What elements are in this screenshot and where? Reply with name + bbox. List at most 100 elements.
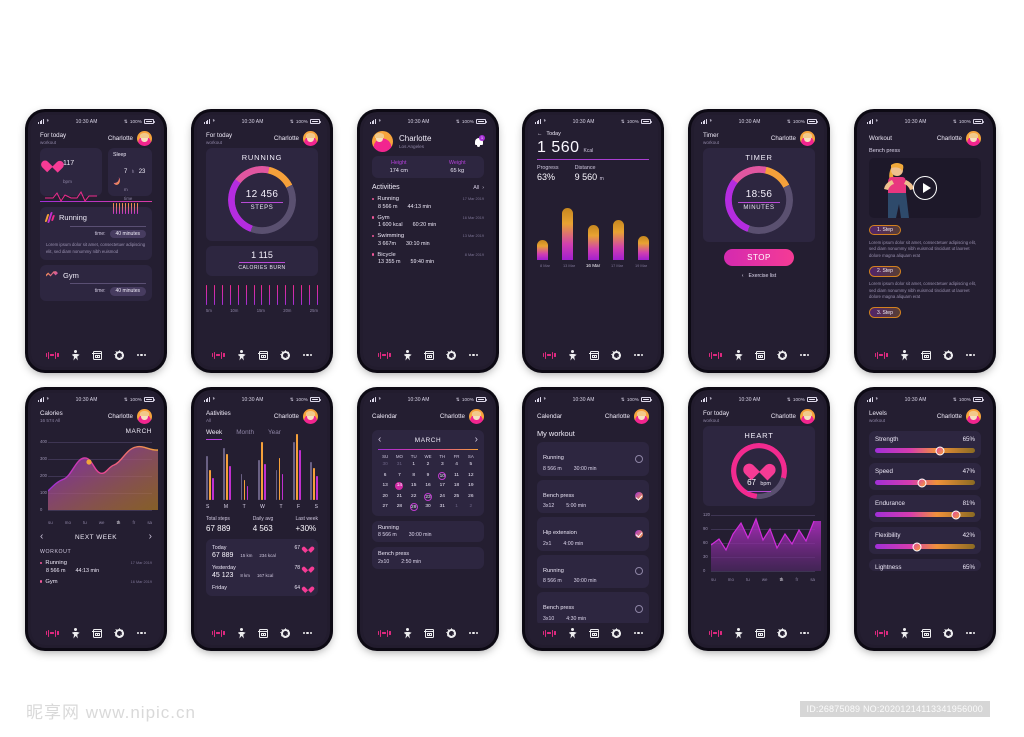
level-slider[interactable] <box>875 446 975 455</box>
avatar[interactable] <box>966 409 981 424</box>
step-badge[interactable]: 3. Step <box>869 307 901 319</box>
calendar-day[interactable]: 31 <box>435 503 449 511</box>
calendar-day[interactable]: 8 <box>407 472 421 480</box>
calendar-day[interactable]: 5 <box>464 461 478 469</box>
profile-icon[interactable] <box>901 627 909 639</box>
log-row[interactable]: Today 67 67 889 15 km 234 kcal <box>212 544 312 560</box>
profile-icon[interactable] <box>72 349 80 361</box>
settings-icon[interactable] <box>280 628 290 638</box>
activity-row[interactable]: Running 17 Mar 2019 8 566 m 44:13 min <box>372 196 484 210</box>
calendar-day[interactable]: 16 <box>421 482 435 490</box>
settings-icon[interactable] <box>114 628 124 638</box>
calendar-icon[interactable] <box>258 350 268 360</box>
workout-icon[interactable] <box>542 351 556 359</box>
calendar-day[interactable]: 1 <box>449 503 463 511</box>
heart-card[interactable]: HEART 67 bpm <box>703 426 815 506</box>
more-icon[interactable] <box>468 353 479 357</box>
log-row[interactable]: Yesterday 78 45 123 8 km 167 kcal <box>212 564 312 580</box>
calendar-icon[interactable] <box>258 628 268 638</box>
level-slider[interactable] <box>875 478 975 487</box>
workout-item[interactable]: Running 8 566 m 30:00 min <box>537 442 649 476</box>
more-icon[interactable] <box>799 353 810 357</box>
stop-button[interactable]: STOP <box>724 249 794 266</box>
weight-metric[interactable]: Weight 65 kg <box>431 156 485 178</box>
more-icon[interactable] <box>633 631 644 635</box>
workout-item[interactable]: Bench press 3x12 5:00 min <box>537 479 649 513</box>
profile-icon[interactable] <box>569 627 577 639</box>
avatar[interactable] <box>634 409 649 424</box>
calendar-day[interactable]: 3 <box>435 461 449 469</box>
prev-week-button[interactable]: ‹ <box>40 532 43 542</box>
step-badge[interactable]: 1. Step <box>869 224 901 236</box>
calendar-icon[interactable] <box>755 628 765 638</box>
calendar-icon[interactable] <box>92 350 102 360</box>
calendar-day-marked[interactable]: 29 <box>409 502 418 511</box>
heart-rate-card[interactable]: 117 bpm <box>40 148 102 202</box>
exercise-list-link[interactable]: ‹ Exercise list <box>703 273 815 279</box>
slider-knob[interactable] <box>935 446 945 455</box>
calendar-day[interactable]: 24 <box>435 493 449 501</box>
calories-burn-card[interactable]: 1 115 CALORIES BURN <box>206 246 318 276</box>
next-week-button[interactable]: › <box>149 532 152 542</box>
settings-icon[interactable] <box>446 628 456 638</box>
play-icon[interactable] <box>913 176 937 200</box>
profile-icon[interactable] <box>238 349 246 361</box>
activity-row[interactable]: Gym 16 Mar 2019 1 600 kcal 60:20 min <box>372 215 484 229</box>
calendar-day[interactable]: 22 <box>407 493 421 501</box>
more-icon[interactable] <box>136 353 147 357</box>
tab-week[interactable]: Week <box>206 429 223 440</box>
activity-row[interactable]: Swimming 13 Mar 2019 3 667m 30:10 min <box>372 233 484 247</box>
next-month-button[interactable]: › <box>475 435 478 445</box>
calendar-icon[interactable] <box>755 350 765 360</box>
calendar-icon[interactable] <box>921 350 931 360</box>
calendar-day[interactable]: 31 <box>392 461 406 469</box>
settings-icon[interactable] <box>943 628 953 638</box>
settings-icon[interactable] <box>611 350 621 360</box>
more-icon[interactable] <box>302 353 313 357</box>
running-card[interactable]: Running time: 40 minutes Lorem ipsum dol… <box>40 207 152 261</box>
calendar-day[interactable]: 7 <box>392 472 406 480</box>
profile-icon[interactable] <box>901 349 909 361</box>
calendar-icon[interactable] <box>424 350 434 360</box>
workout-row[interactable]: Gym 16 Mar 2019 <box>40 579 152 585</box>
exercise-video[interactable] <box>869 158 981 218</box>
workout-icon[interactable] <box>211 351 225 359</box>
calendar-day[interactable]: 30 <box>378 461 392 469</box>
steps-ring-card[interactable]: RUNNING 12 456 STEPS <box>206 148 318 241</box>
prev-month-button[interactable]: ‹ <box>378 435 381 445</box>
settings-icon[interactable] <box>611 628 621 638</box>
more-icon[interactable] <box>965 353 976 357</box>
timer-card[interactable]: TIMER 18:56 MINUTES <box>703 148 815 242</box>
activities-all-link[interactable]: All › <box>473 185 484 191</box>
event-card[interactable]: Running 8 566 m 30:00 min <box>372 520 484 543</box>
calendar-day[interactable]: 27 <box>378 503 392 511</box>
calendar-day[interactable]: 28 <box>392 503 406 511</box>
step-badge[interactable]: 2. Step <box>869 265 901 277</box>
calendar-day[interactable]: 15 <box>407 482 421 490</box>
avatar[interactable] <box>303 409 318 424</box>
workout-icon[interactable] <box>708 351 722 359</box>
calendar-day[interactable]: 6 <box>378 472 392 480</box>
profile-icon[interactable] <box>404 627 412 639</box>
slider-knob[interactable] <box>917 478 927 487</box>
settings-icon[interactable] <box>114 350 124 360</box>
calendar-day-selected[interactable]: 14 <box>395 482 404 491</box>
workout-icon[interactable] <box>211 629 225 637</box>
calendar-icon[interactable] <box>921 628 931 638</box>
calendar-day[interactable]: 11 <box>449 472 463 480</box>
log-row[interactable]: Friday 64 <box>212 584 312 591</box>
avatar[interactable] <box>137 409 152 424</box>
workout-row[interactable]: Running 17 Mar 2019 8 566 m 44:13 min <box>40 560 152 574</box>
check-circle-icon[interactable] <box>635 604 643 613</box>
check-circle-icon[interactable] <box>635 567 643 576</box>
profile-icon[interactable] <box>404 349 412 361</box>
settings-icon[interactable] <box>280 350 290 360</box>
next-week-label[interactable]: NEXT WEEK <box>75 534 117 541</box>
calendar-day[interactable]: 17 <box>435 482 449 490</box>
calendar-icon[interactable] <box>92 628 102 638</box>
settings-icon[interactable] <box>446 350 456 360</box>
profile-icon[interactable] <box>72 627 80 639</box>
avatar[interactable] <box>372 131 393 152</box>
calendar-day[interactable]: 21 <box>392 493 406 501</box>
calendar-day[interactable]: 26 <box>464 493 478 501</box>
